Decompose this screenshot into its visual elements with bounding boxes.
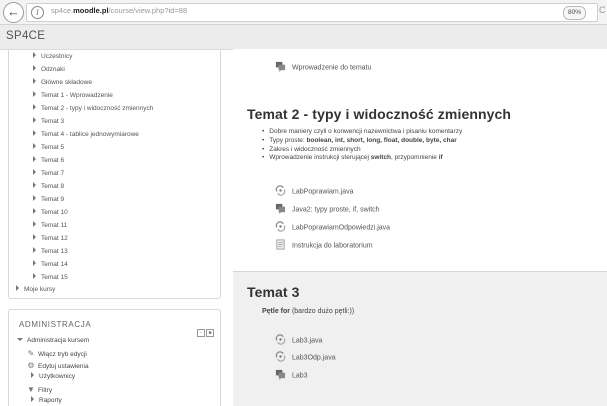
gear-icon: ⚙: [27, 361, 35, 370]
nav-item-temat-12[interactable]: Temat 12: [33, 234, 68, 242]
address-bar[interactable]: i sp4ce.moodle.pl/course/view.php?id=88 …: [26, 3, 598, 22]
nav-item-temat-5[interactable]: Temat 5: [33, 143, 64, 151]
admin-edit-settings[interactable]: ⚙ Edytuj ustawienia: [27, 361, 88, 370]
nav-item-temat-2[interactable]: Temat 2 - typy i widoczność zmiennych: [33, 104, 153, 112]
pencil-icon: ✎: [27, 349, 35, 358]
chevron-right-icon: [33, 234, 36, 241]
nav-item-temat-4[interactable]: Temat 4 - tablice jednowymiarowe: [33, 130, 139, 138]
forum-icon: [275, 61, 286, 72]
dock-icon[interactable]: -: [197, 329, 205, 337]
forum-icon: [275, 369, 286, 380]
activity-instrukcja[interactable]: Instrukcja do laboratorium: [275, 239, 373, 251]
chevron-right-icon: [33, 273, 36, 280]
chevron-right-icon: [33, 143, 36, 150]
site-name[interactable]: SP4CE: [6, 30, 45, 42]
chevron-right-icon: [33, 117, 36, 124]
activity-lab3odp-java[interactable]: Lab3Odp.java: [275, 351, 336, 363]
section-3-title: Temat 3: [247, 284, 300, 300]
section-2-summary: Dobre maniery czyli o konwencji nazewnic…: [262, 128, 462, 163]
nav-item-temat-8[interactable]: Temat 8: [33, 182, 64, 190]
chevron-right-icon: [33, 65, 36, 72]
zoom-level-badge[interactable]: 80%: [563, 6, 587, 20]
nav-item-temat-13[interactable]: Temat 13: [33, 247, 68, 255]
activity-lab3-java[interactable]: Lab3.java: [275, 334, 322, 346]
chevron-right-icon: [33, 169, 36, 176]
bullet-item: Dobre maniery czyli o konwencji nazewnic…: [262, 128, 462, 137]
block-controls: - ■: [196, 321, 214, 339]
chevron-right-icon: [33, 221, 36, 228]
info-icon[interactable]: i: [31, 6, 44, 19]
activity-labpoprawiam[interactable]: LabPoprawiam.java: [275, 185, 353, 197]
reload-icon[interactable]: C: [599, 5, 606, 15]
nav-item-temat-11[interactable]: Temat 11: [33, 221, 67, 229]
bullet-item: Typy proste: boolean, int, short, long, …: [262, 137, 462, 146]
navigation-block: Uczestnicy Odznaki Główne składowe Temat…: [8, 50, 221, 299]
chevron-right-icon: [33, 91, 36, 98]
nav-item-temat-6[interactable]: Temat 6: [33, 156, 64, 164]
chevron-right-icon: [31, 372, 34, 379]
forum-icon: [275, 203, 286, 214]
section-3-summary: Pętle for (bardzo dużo pętli:)): [262, 308, 355, 315]
nav-item-temat-14[interactable]: Temat 14: [33, 260, 68, 268]
nav-item-temat-9[interactable]: Temat 9: [33, 195, 64, 203]
activity-intro[interactable]: Wprowadzenie do tematu: [275, 61, 371, 73]
nav-item-temat-15[interactable]: Temat 15: [33, 273, 68, 281]
nav-item-glowne-skladowe[interactable]: Główne składowe: [33, 78, 92, 86]
hide-block-icon[interactable]: ■: [206, 329, 214, 337]
chevron-right-icon: [33, 195, 36, 202]
activity-lab3[interactable]: Lab3: [275, 369, 308, 381]
chevron-right-icon: [33, 208, 36, 215]
file-link-icon: [275, 351, 286, 362]
admin-filters[interactable]: ▼ Filtry: [27, 385, 52, 394]
nav-item-odznaki[interactable]: Odznaki: [33, 65, 65, 73]
nav-item-temat-1[interactable]: Temat 1 - Wprowadzenie: [33, 91, 113, 99]
chevron-right-icon: [33, 182, 36, 189]
nav-item-uczestnicy[interactable]: Uczestnicy: [33, 52, 72, 60]
url-text: sp4ce.moodle.pl/course/view.php?id=88: [51, 6, 188, 15]
admin-course-administration[interactable]: Administracja kursem: [17, 337, 89, 344]
chevron-down-icon: [17, 337, 23, 341]
chevron-right-icon: [33, 130, 36, 137]
nav-item-temat-3[interactable]: Temat 3: [33, 117, 64, 125]
chevron-right-icon: [31, 396, 34, 403]
section-2-title: Temat 2 - typy i widoczność zmiennych: [247, 106, 512, 122]
admin-block-title: ADMINISTRACJA: [19, 320, 92, 329]
admin-reports[interactable]: Raporty: [31, 396, 62, 404]
bullet-item: Wprowadzenie instrukcji sterującej switc…: [262, 154, 462, 163]
nav-item-temat-10[interactable]: Temat 10: [33, 208, 68, 216]
administration-block: ADMINISTRACJA - ■ Administracja kursem ✎ W…: [8, 309, 221, 406]
browser-toolbar: ← i sp4ce.moodle.pl/course/view.php?id=8…: [0, 0, 607, 25]
chevron-right-icon: [33, 78, 36, 85]
admin-turn-editing-on[interactable]: ✎ Włącz tryb edycji: [27, 349, 87, 358]
nav-item-moje-kursy[interactable]: Moje kursy: [16, 285, 55, 293]
chevron-right-icon: [33, 156, 36, 163]
admin-users[interactable]: Użytkownicy: [31, 372, 75, 380]
activity-java2[interactable]: Java2: typy proste, if, switch: [275, 203, 380, 215]
chevron-right-icon: [33, 104, 36, 111]
filter-icon: ▼: [27, 385, 35, 394]
bullet-item: Zakres i widoczność zmiennych: [262, 146, 462, 155]
site-header: SP4CE: [0, 25, 607, 50]
document-icon: [276, 239, 285, 250]
chevron-right-icon: [33, 260, 36, 267]
file-link-icon: [275, 185, 286, 196]
chevron-right-icon: [33, 52, 36, 59]
activity-labpoprawiamodpowiedzi[interactable]: LabPoprawiamOdpowiedzi.java: [275, 221, 390, 233]
back-arrow-icon[interactable]: ←: [3, 2, 24, 23]
file-link-icon: [275, 221, 286, 232]
file-link-icon: [275, 334, 286, 345]
nav-item-temat-7[interactable]: Temat 7: [33, 169, 64, 177]
chevron-right-icon: [16, 285, 19, 292]
chevron-right-icon: [33, 247, 36, 254]
